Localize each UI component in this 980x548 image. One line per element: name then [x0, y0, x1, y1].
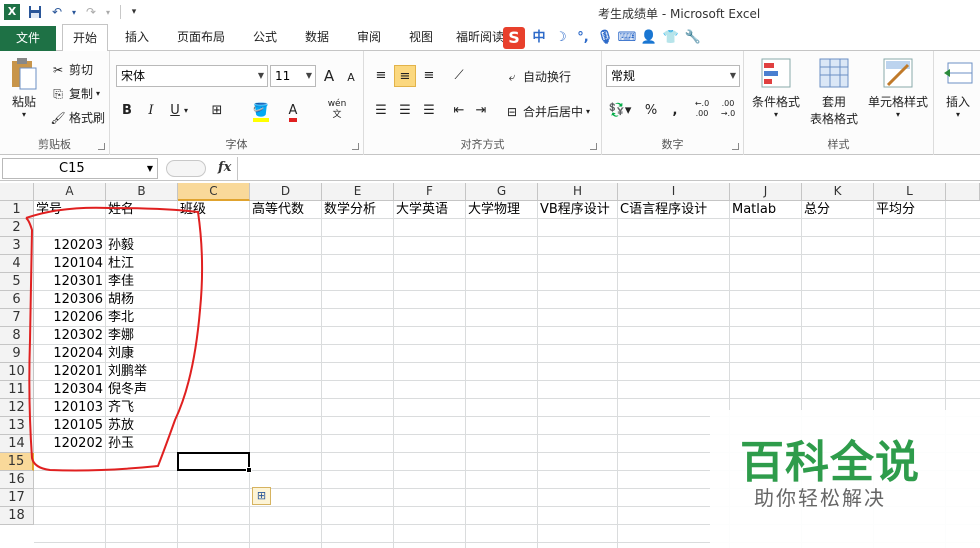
excel-window: X ↶ ▾ ↷ ▾ ▾ 考生成绩单 - Microsoft Excel 文件 开… — [0, 0, 980, 548]
watermark: 百科全说 助你轻松解决 — [710, 410, 980, 548]
watermark-subtitle: 助你轻松解决 — [754, 486, 886, 510]
watermark-title: 百科全说 — [740, 437, 920, 488]
